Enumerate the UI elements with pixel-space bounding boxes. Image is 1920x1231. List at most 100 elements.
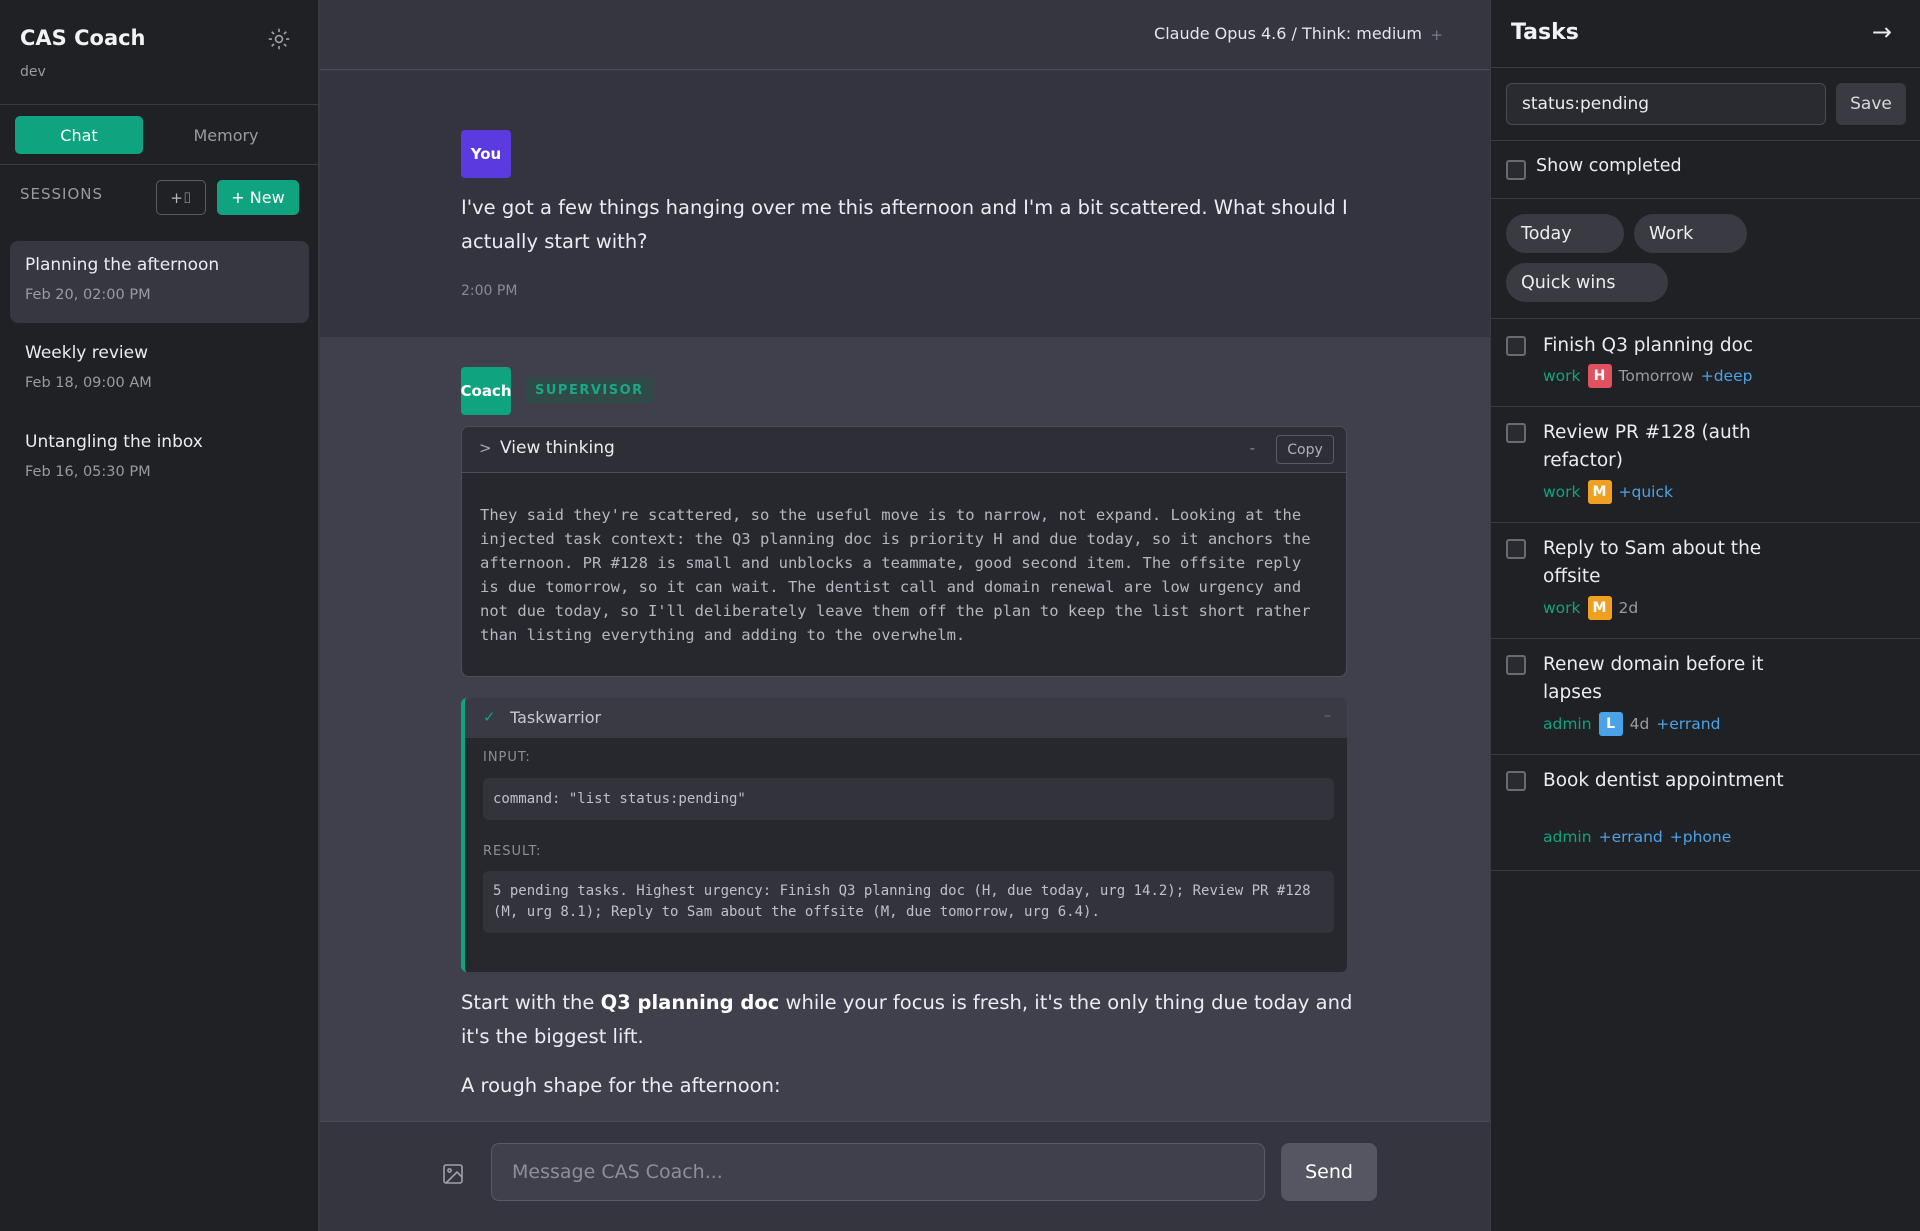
- sidebar-tabs: Chat Memory: [0, 105, 318, 165]
- image-attach-icon[interactable]: [441, 1162, 465, 1186]
- model-selector[interactable]: Claude Opus 4.6 / Think: medium: [1154, 24, 1422, 43]
- user-message: You I've got a few things hanging over m…: [320, 71, 1490, 337]
- task-row[interactable]: Finish Q3 planning doc work H Tomorrow +…: [1491, 320, 1920, 407]
- task-checkbox[interactable]: [1506, 336, 1526, 356]
- priority-badge: M: [1587, 596, 1612, 620]
- tab-chat[interactable]: Chat: [15, 116, 143, 154]
- task-tag: +quick: [1618, 483, 1673, 501]
- task-title: Renew domain before it lapses: [1543, 654, 1764, 703]
- new-window-button[interactable]: +⌷: [156, 180, 206, 215]
- task-title: Book dentist appointment: [1543, 770, 1784, 791]
- task-meta: admin +errand +phone: [1543, 828, 1731, 846]
- task-tag: +phone: [1669, 828, 1732, 846]
- task-row[interactable]: Book dentist appointment admin +errand +…: [1491, 755, 1920, 871]
- chevron-right-icon[interactable]: >: [479, 439, 492, 457]
- tool-result-label: RESULT:: [483, 844, 542, 859]
- save-filter-button[interactable]: Save: [1836, 83, 1906, 125]
- task-checkbox[interactable]: [1506, 655, 1526, 675]
- chip-today[interactable]: Today: [1506, 214, 1624, 253]
- chat-main: Claude Opus 4.6 / Think: medium + You I'…: [320, 0, 1490, 1231]
- session-title: Untangling the inbox: [25, 432, 203, 452]
- show-completed-checkbox[interactable]: [1506, 160, 1526, 180]
- settings-icon[interactable]: [266, 26, 292, 52]
- tool-input: command: "list status:pending": [483, 778, 1334, 820]
- task-tag: +deep: [1700, 367, 1753, 385]
- answer-bold-text: Q3 planning doc: [600, 991, 780, 1014]
- task-due: Tomorrow: [1618, 367, 1694, 385]
- sidebar: CAS Coach dev Chat Memory SESSIONS +⌷ + …: [0, 0, 319, 1231]
- collapse-icon[interactable]: -: [1250, 439, 1255, 457]
- tasks-header: Tasks →: [1491, 0, 1920, 68]
- sessions-header: SESSIONS +⌷ + New: [0, 165, 318, 227]
- plus-icon[interactable]: +: [1430, 26, 1443, 44]
- task-tag: +errand: [1656, 715, 1721, 733]
- minimize-icon[interactable]: –: [1324, 708, 1331, 724]
- task-row[interactable]: Reply to Sam about the offsite work M 2d: [1491, 523, 1920, 639]
- task-meta: work M +quick: [1543, 480, 1673, 504]
- session-title: Planning the afternoon: [25, 255, 220, 275]
- chip-work[interactable]: Work: [1634, 214, 1747, 253]
- composer: Send: [320, 1121, 1490, 1231]
- tool-call-panel: ✓ Taskwarrior – INPUT: command: "list st…: [461, 698, 1347, 972]
- tab-memory[interactable]: Memory: [162, 116, 290, 154]
- tool-result: 5 pending tasks. Highest urgency: Finish…: [483, 871, 1334, 933]
- session-item[interactable]: Untangling the inbox Feb 16, 05:30 PM: [10, 418, 309, 500]
- app-title: CAS Coach: [20, 26, 146, 50]
- task-meta: work M 2d: [1543, 596, 1638, 620]
- sidebar-header: CAS Coach dev: [0, 0, 318, 105]
- task-checkbox[interactable]: [1506, 771, 1526, 791]
- task-meta: work H Tomorrow +deep: [1543, 364, 1752, 388]
- task-meta: admin L 4d +errand: [1543, 712, 1720, 736]
- new-session-button[interactable]: + New: [217, 180, 299, 215]
- thinking-panel: > View thinking - Copy They said they're…: [461, 426, 1347, 677]
- show-completed-row: Show completed: [1491, 141, 1920, 199]
- copy-button[interactable]: Copy: [1276, 435, 1334, 464]
- filter-input[interactable]: [1506, 83, 1826, 125]
- message-timestamp: 2:00 PM: [461, 283, 518, 299]
- priority-badge: M: [1587, 480, 1612, 504]
- arrow-right-icon[interactable]: →: [1872, 18, 1892, 46]
- coach-avatar: Coach: [461, 367, 512, 415]
- tool-input-label: INPUT:: [483, 750, 531, 765]
- task-due: 4d: [1629, 715, 1650, 733]
- message-input[interactable]: [491, 1143, 1265, 1201]
- check-icon: ✓: [483, 708, 496, 726]
- thinking-header[interactable]: > View thinking - Copy: [462, 427, 1346, 473]
- tasks-panel: Tasks → Save Show completed Today Work Q…: [1490, 0, 1920, 1231]
- filter-row: Save: [1491, 68, 1920, 141]
- session-item[interactable]: Planning the afternoon Feb 20, 02:00 PM: [10, 241, 309, 323]
- user-message-text: I've got a few things hanging over me th…: [461, 196, 1348, 253]
- priority-badge: H: [1587, 364, 1612, 388]
- task-project: work: [1543, 367, 1581, 385]
- thinking-text: They said they're scattered, so the usef…: [480, 506, 1311, 644]
- sessions-label: SESSIONS: [20, 185, 104, 203]
- session-date: Feb 18, 09:00 AM: [25, 375, 152, 391]
- environment-label: dev: [20, 64, 46, 80]
- chip-quick-wins[interactable]: Quick wins: [1506, 263, 1668, 302]
- task-project: admin: [1543, 828, 1592, 846]
- answer-paragraph: A rough shape for the afternoon:: [461, 1074, 781, 1097]
- thinking-toggle[interactable]: View thinking: [500, 438, 615, 458]
- priority-badge: L: [1598, 712, 1623, 736]
- task-title: Review PR #128 (auth refactor): [1543, 422, 1751, 471]
- task-due: 2d: [1618, 599, 1639, 617]
- session-title: Weekly review: [25, 343, 148, 363]
- answer-paragraph: Start with the Q3 planning doc while you…: [461, 986, 1361, 1054]
- send-button[interactable]: Send: [1281, 1143, 1377, 1201]
- session-item[interactable]: Weekly review Feb 18, 09:00 AM: [10, 329, 309, 411]
- show-completed-label: Show completed: [1536, 156, 1682, 176]
- answer-text: Start with the: [461, 991, 601, 1014]
- task-row[interactable]: Review PR #128 (auth refactor) work M +q…: [1491, 407, 1920, 523]
- task-checkbox[interactable]: [1506, 423, 1526, 443]
- tasks-title: Tasks: [1511, 20, 1579, 45]
- task-checkbox[interactable]: [1506, 539, 1526, 559]
- task-tag: +errand: [1598, 828, 1663, 846]
- assistant-message: Coach SUPERVISOR > View thinking - Copy …: [320, 337, 1490, 1121]
- task-title: Reply to Sam about the offsite: [1543, 538, 1762, 587]
- top-bar: Claude Opus 4.6 / Think: medium +: [320, 0, 1490, 70]
- task-row[interactable]: Renew domain before it lapses admin L 4d…: [1491, 639, 1920, 755]
- session-date: Feb 20, 02:00 PM: [25, 287, 151, 303]
- tool-call-header[interactable]: ✓ Taskwarrior –: [465, 698, 1347, 738]
- tool-name: Taskwarrior: [510, 708, 602, 727]
- task-title: Finish Q3 planning doc: [1543, 335, 1754, 356]
